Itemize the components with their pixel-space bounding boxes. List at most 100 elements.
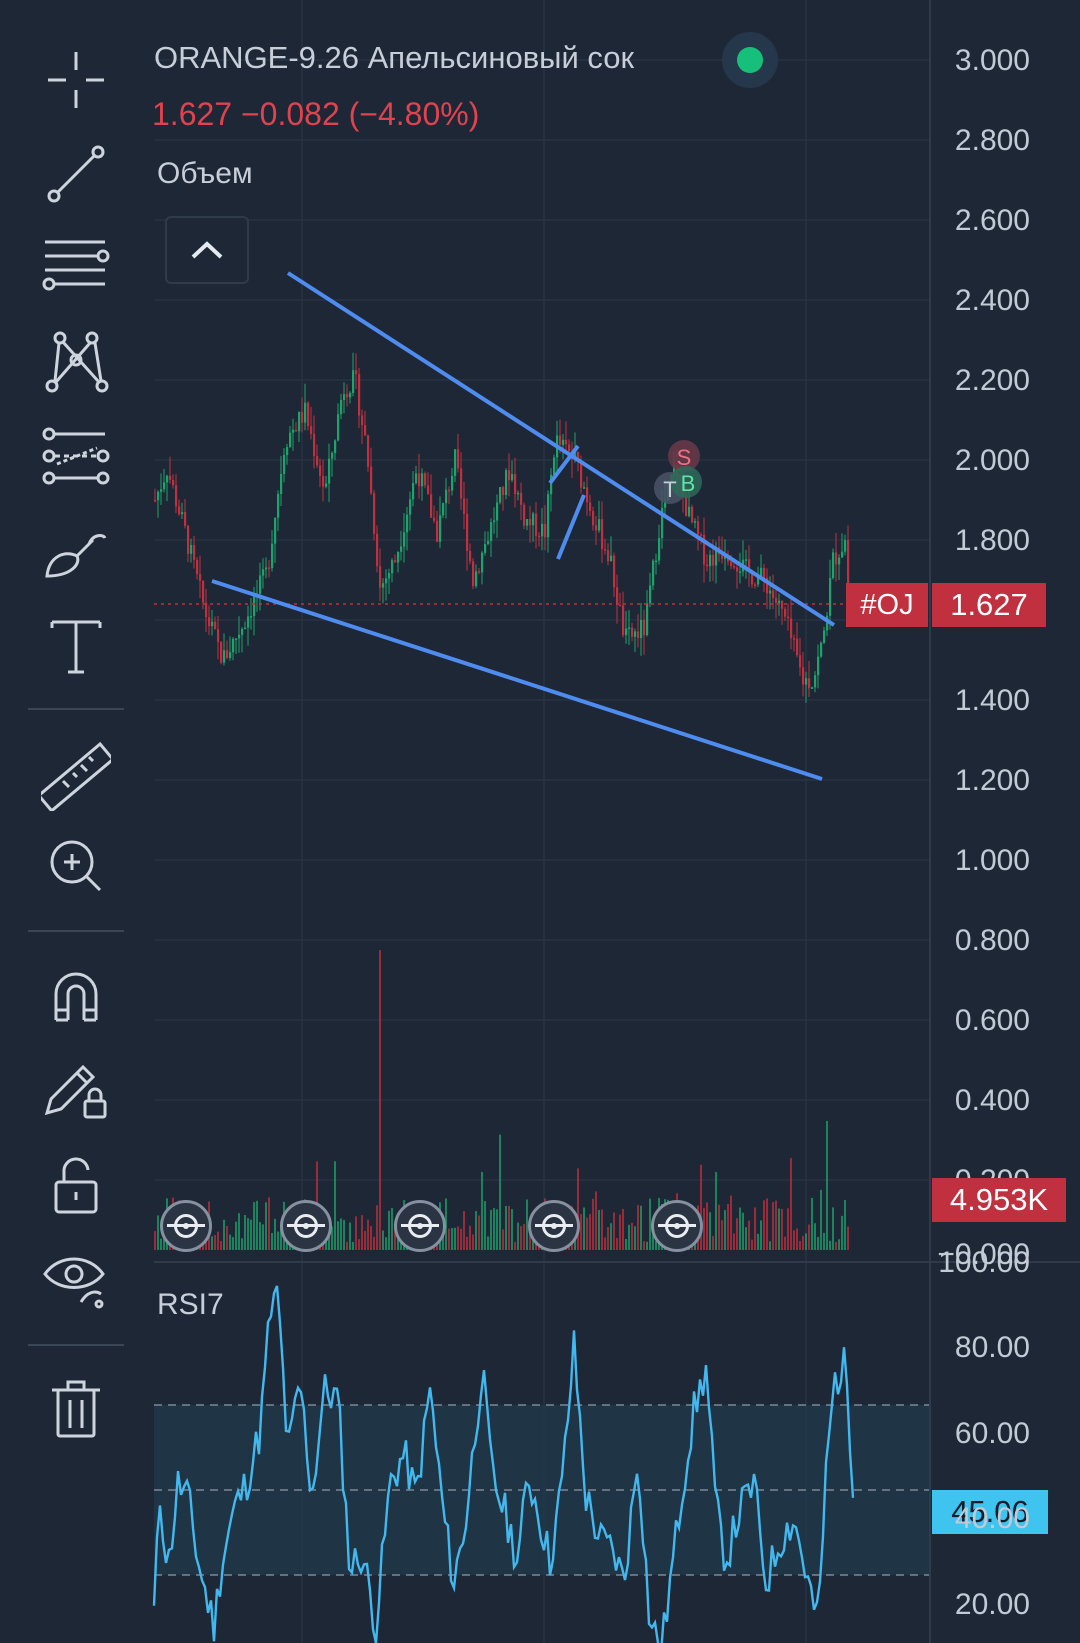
price-axis-label: 2.800 [954, 124, 1030, 157]
volume-bar [781, 1208, 783, 1250]
candle-body [817, 656, 820, 676]
visibility-toggle-button[interactable] [394, 1200, 446, 1252]
volume-bar [646, 1241, 648, 1250]
candle-body [319, 465, 322, 476]
volume-bar [619, 1214, 621, 1250]
price-chart[interactable]: S T B [0, 0, 1080, 1643]
candle-body [220, 641, 223, 663]
volume-bar [457, 1226, 459, 1250]
volume-bar [370, 1226, 372, 1250]
candle-body [469, 550, 472, 562]
volume-bar [799, 1240, 801, 1250]
volume-bar [256, 1200, 258, 1250]
volume-bar [637, 1205, 639, 1250]
volume-bar [607, 1227, 609, 1250]
candle-body [460, 468, 463, 499]
live-dot-icon [737, 47, 763, 73]
candle-body [547, 494, 550, 538]
volume-bar [763, 1200, 765, 1250]
volume-bar [754, 1207, 756, 1250]
visibility-toggle-button[interactable] [528, 1200, 580, 1252]
volume-bar [235, 1221, 237, 1250]
price-axis-label: 2.200 [954, 364, 1030, 397]
candle-body [343, 394, 346, 400]
candle-body [418, 473, 421, 487]
candle-body [298, 411, 301, 432]
volume-bar [724, 1210, 726, 1250]
candle-body [244, 627, 247, 630]
volume-bar [337, 1221, 339, 1250]
volume-bar [826, 1120, 828, 1250]
volume-bar [502, 1229, 504, 1250]
candle-body [262, 569, 265, 576]
candle-body [517, 492, 520, 495]
candle-body [820, 642, 823, 657]
candle-body [493, 520, 496, 523]
chart-grid [154, 0, 930, 1643]
candle-body [538, 535, 541, 538]
volume-bar [796, 1228, 798, 1250]
candle-body [595, 525, 598, 531]
volume-bar [769, 1241, 771, 1250]
volume-bar [808, 1224, 810, 1250]
volume-bar [829, 1240, 831, 1250]
volume-bar [517, 1222, 519, 1250]
candle-body [610, 555, 613, 562]
candle-body [604, 549, 607, 551]
volume-bar [847, 1226, 849, 1250]
volume-bar [706, 1202, 708, 1250]
candle-body [232, 638, 235, 653]
rsi-label[interactable]: RSI7 [157, 1288, 224, 1322]
volume-bar [229, 1234, 231, 1250]
candle-body [286, 447, 289, 456]
candle-body [565, 439, 568, 445]
candle-body [835, 552, 838, 565]
volume-bar [388, 1210, 390, 1250]
volume-bar [472, 1234, 474, 1250]
volume-bar [382, 1230, 384, 1250]
price-candles [154, 352, 850, 703]
volume-bar [613, 1212, 615, 1250]
volume-bar [265, 1202, 267, 1250]
collapse-button[interactable] [165, 216, 249, 284]
volume-bar [745, 1227, 747, 1250]
candle-body [448, 489, 451, 492]
volume-bar [505, 1206, 507, 1250]
candle-body [523, 504, 526, 526]
candle-body [658, 538, 661, 561]
candle-body [253, 596, 256, 617]
candle-body [685, 494, 688, 517]
volume-bar [523, 1224, 525, 1250]
candle-body [769, 590, 772, 594]
volume-bar [775, 1200, 777, 1250]
volume-bar [841, 1215, 843, 1250]
candle-body [613, 555, 616, 588]
volume-bar [514, 1241, 516, 1250]
volume-bar [271, 1232, 273, 1250]
volume-bar [217, 1231, 219, 1250]
candle-body [445, 489, 448, 504]
candle-body [307, 402, 310, 427]
candle-body [406, 514, 409, 533]
candle-body [235, 638, 238, 640]
volume-bar [577, 1168, 579, 1250]
volume-bar [451, 1227, 453, 1250]
candle-body [355, 370, 358, 375]
candle-body [349, 392, 352, 398]
volume-bar [757, 1233, 759, 1250]
volume-bar [259, 1222, 261, 1250]
visibility-toggle-button[interactable] [280, 1200, 332, 1252]
candle-body [241, 628, 244, 635]
visibility-toggle-button[interactable] [651, 1200, 703, 1252]
candle-body [811, 687, 814, 689]
candle-body [739, 571, 742, 574]
symbol-title[interactable]: ORANGE-9.26 Апельсиновый сок [154, 40, 634, 76]
candle-body [619, 604, 622, 607]
candle-body [352, 370, 355, 393]
visibility-toggle-button[interactable] [160, 1200, 212, 1252]
candle-body [490, 522, 493, 542]
candle-body [358, 374, 361, 416]
volume-bar [484, 1201, 486, 1250]
candle-body [601, 519, 604, 550]
volume-indicator-label[interactable]: Объем [157, 157, 253, 191]
